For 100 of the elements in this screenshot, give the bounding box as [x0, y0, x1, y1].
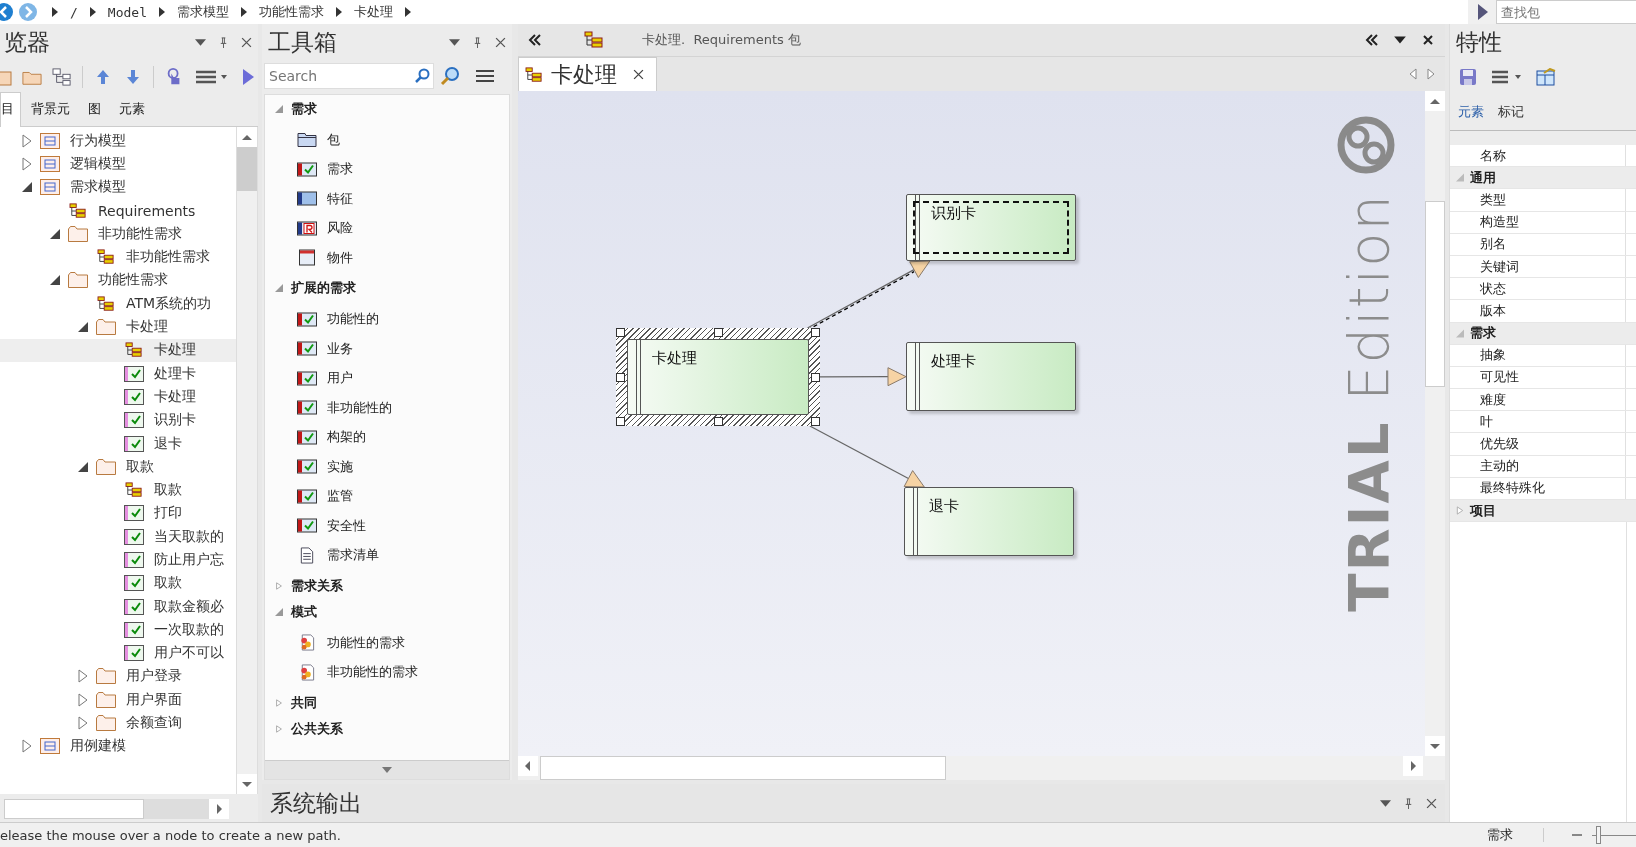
expanded-icon[interactable]	[78, 322, 88, 332]
collapsed-icon[interactable]	[22, 156, 32, 171]
browser-tab[interactable]: 目	[0, 92, 21, 127]
tree-item[interactable]: 卡处理	[0, 315, 236, 339]
tree-item[interactable]: 非功能性需求	[0, 245, 236, 269]
toolbox-item[interactable]: 业务	[265, 334, 509, 364]
toolbox-item[interactable]: 用户	[265, 363, 509, 393]
dropdown-icon[interactable]	[449, 36, 460, 48]
dropdown-icon[interactable]	[1393, 34, 1407, 46]
tree-item[interactable]: 用户界面	[0, 688, 236, 712]
toolbox-item[interactable]: 监管	[265, 481, 509, 511]
toolbox-item[interactable]: 物件	[265, 243, 509, 273]
tree-item[interactable]: 取款	[0, 455, 236, 479]
breadcrumb-item[interactable]: Model	[107, 4, 147, 20]
selection-frame[interactable]: 卡处理	[616, 328, 820, 426]
toolbox-item[interactable]: 非功能性的需求	[265, 657, 509, 687]
resize-handle[interactable]	[714, 328, 723, 337]
caret-icon[interactable]	[382, 767, 392, 774]
search-field[interactable]: Search	[264, 63, 434, 89]
resize-handle[interactable]	[811, 373, 820, 382]
toolbox-section[interactable]: 需求关系	[265, 573, 509, 598]
slider-thumb[interactable]	[1595, 826, 1601, 844]
menu-icon[interactable]	[1490, 68, 1524, 86]
tree-item[interactable]: Requirements	[0, 198, 236, 223]
scroll-left-icon[interactable]	[518, 756, 538, 777]
tree-item[interactable]: 识别卡	[0, 408, 236, 432]
resize-handle[interactable]	[714, 417, 723, 426]
tree-item[interactable]: ATM系统的功	[0, 292, 236, 316]
tree-item[interactable]: 取款	[0, 478, 236, 502]
toolbox-item[interactable]: 特征	[265, 184, 509, 214]
toolbox-item[interactable]: 非功能性的	[265, 393, 509, 423]
scroll-down-icon[interactable]	[1425, 736, 1445, 757]
menu-icon[interactable]	[474, 68, 496, 84]
toolbox-section[interactable]: 公共关系	[265, 716, 509, 741]
collapsed-icon[interactable]	[22, 133, 32, 148]
tree-item[interactable]: 卡处理	[0, 338, 236, 362]
scroll-thumb[interactable]	[1425, 201, 1445, 387]
tree-item[interactable]: 行为模型	[0, 129, 236, 153]
requirement-node[interactable]: 识别卡	[906, 194, 1076, 261]
scroll-thumb[interactable]	[540, 756, 946, 781]
scrollbar[interactable]	[1425, 91, 1445, 757]
resize-handle[interactable]	[811, 328, 820, 337]
tree-item[interactable]: 打印	[0, 501, 236, 526]
tree-item[interactable]: 取款金额必	[0, 594, 236, 619]
toolbox-item[interactable]: 构架的	[265, 422, 509, 452]
breadcrumb-item[interactable]: 需求模型	[176, 3, 229, 21]
toolbox-item[interactable]: 功能性的需求	[265, 628, 509, 658]
scroll-right-icon[interactable]	[1427, 68, 1435, 80]
scroll-up-icon[interactable]	[237, 127, 257, 147]
window-icon[interactable]	[1536, 68, 1556, 86]
tree-item[interactable]: 非功能性需求	[0, 222, 236, 246]
scroll-thumb[interactable]	[4, 799, 144, 820]
save-icon[interactable]	[1458, 68, 1478, 86]
breadcrumb-item[interactable]: /	[70, 4, 78, 20]
scrollbar[interactable]	[4, 799, 229, 820]
collapsed-icon[interactable]	[22, 739, 32, 754]
tree-item[interactable]: 逻辑模型	[0, 152, 236, 176]
toolbox-item[interactable]: 功能性的	[265, 304, 509, 334]
requirement-node[interactable]: 处理卡	[906, 342, 1076, 411]
toolbox-item[interactable]: 风险	[265, 213, 509, 243]
scroll-right-icon[interactable]	[1403, 756, 1423, 777]
dropdown-icon[interactable]	[1380, 797, 1391, 809]
tree-item[interactable]: 用户不可以	[0, 641, 236, 665]
back-icon[interactable]	[0, 2, 14, 22]
toolbox-item[interactable]: 需求清单	[265, 540, 509, 570]
tree-item[interactable]: 取款	[0, 571, 236, 595]
pin-icon[interactable]	[472, 36, 483, 48]
scroll-down-icon[interactable]	[237, 774, 257, 795]
collapsed-icon[interactable]	[78, 669, 88, 684]
toolbox-section[interactable]: 共同	[265, 690, 509, 715]
tree-item[interactable]: 一次取款的	[0, 618, 236, 642]
properties-tab[interactable]: 标记	[1498, 103, 1524, 121]
close-icon[interactable]	[241, 36, 252, 48]
close-icon[interactable]	[633, 69, 644, 80]
tree-item[interactable]: 需求模型	[0, 175, 236, 199]
toolbox-item[interactable]: 安全性	[265, 511, 509, 541]
scroll-thumb[interactable]	[237, 147, 257, 191]
scrollbar[interactable]	[236, 127, 257, 795]
expanded-icon[interactable]	[78, 461, 88, 472]
close-icon[interactable]	[1421, 34, 1435, 46]
scroll-right-icon[interactable]	[209, 799, 229, 820]
tree-item[interactable]: 当天取款的	[0, 525, 236, 549]
close-icon[interactable]	[1426, 797, 1437, 809]
toolbox-item[interactable]: 包	[265, 125, 509, 155]
breadcrumb-item[interactable]: 功能性需求	[258, 3, 324, 21]
resize-handle[interactable]	[811, 417, 820, 426]
toolbox-section[interactable]: 扩展的需求	[265, 275, 509, 301]
resize-handle[interactable]	[616, 328, 625, 337]
dropdown-icon[interactable]	[195, 36, 206, 48]
pin-icon[interactable]	[1403, 797, 1414, 809]
toolbox-item[interactable]: 需求	[265, 154, 509, 184]
tree-item[interactable]: 卡处理	[0, 385, 236, 409]
browser-tab[interactable]: 图	[80, 100, 109, 126]
connector-arrow[interactable]	[819, 367, 907, 387]
tree-item[interactable]: 用例建模	[0, 734, 236, 758]
expanded-icon[interactable]	[50, 228, 60, 239]
resize-handle[interactable]	[616, 373, 625, 382]
double-chevron-icon[interactable]	[528, 34, 542, 46]
scroll-left-icon[interactable]	[1409, 68, 1417, 80]
double-chevron-icon[interactable]	[1365, 34, 1379, 46]
